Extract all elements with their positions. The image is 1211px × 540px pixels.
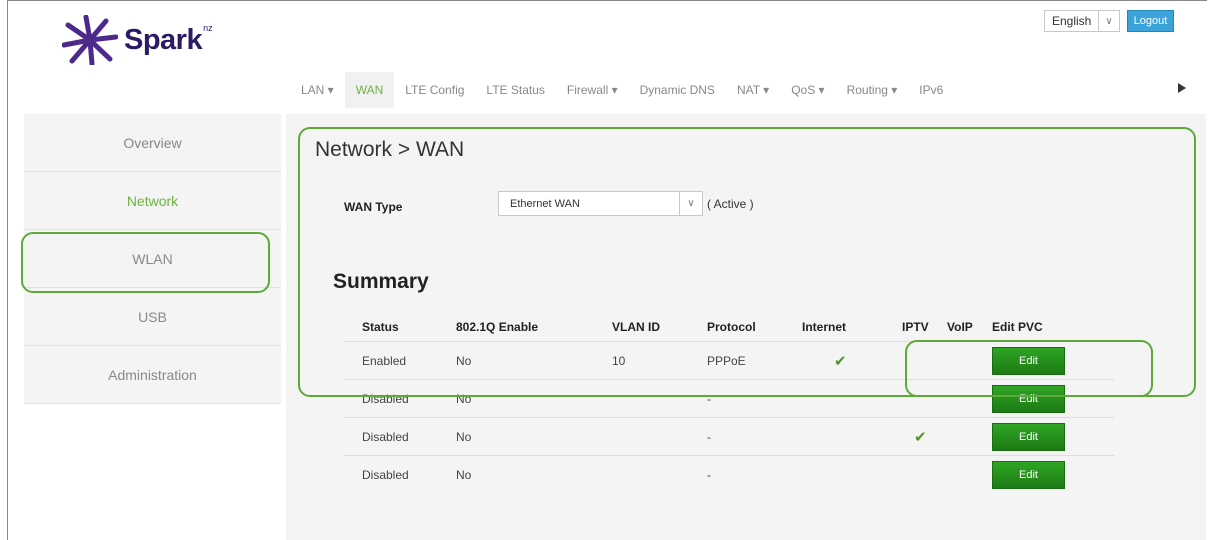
cell-vlan-id	[612, 455, 707, 493]
tab-lte-status[interactable]: LTE Status	[475, 72, 555, 108]
cell-status: Disabled	[344, 455, 456, 493]
sidebar-item-usb[interactable]: USB	[24, 288, 281, 346]
tab-nat[interactable]: NAT ▾	[726, 72, 780, 108]
cell-internet	[802, 417, 902, 456]
sidebar-item-overview[interactable]: Overview	[24, 114, 281, 172]
spark-star-icon	[62, 15, 118, 65]
highlight-edit-pvc	[905, 340, 1153, 397]
cell-protocol: -	[707, 455, 802, 493]
tab-dynamic-dns[interactable]: Dynamic DNS	[629, 72, 726, 108]
tab-wan[interactable]: WAN	[344, 72, 395, 108]
cell-vlan-id	[612, 417, 707, 456]
sidebar-item-administration[interactable]: Administration	[24, 346, 281, 404]
table-row: Disabled No - Edit	[344, 455, 1114, 493]
cell-8021q: No	[456, 455, 612, 493]
brand-suffix: nz	[203, 23, 213, 33]
logout-button[interactable]: Logout	[1127, 10, 1174, 32]
tab-routing[interactable]: Routing ▾	[836, 72, 909, 108]
edit-pvc-button[interactable]: Edit	[992, 460, 1065, 489]
cell-internet	[802, 455, 902, 493]
brand-name: Spark	[124, 23, 203, 56]
cell-edit: Edit	[992, 417, 1114, 456]
edit-pvc-button[interactable]: Edit	[992, 422, 1065, 451]
tab-lte-config[interactable]: LTE Config	[394, 72, 475, 108]
tab-qos[interactable]: QoS ▾	[780, 72, 835, 108]
spark-logo: Spark nz	[62, 10, 213, 70]
cell-iptv: ✔	[902, 417, 947, 456]
cell-edit: Edit	[992, 455, 1114, 493]
tab-ipv6[interactable]: IPv6	[908, 72, 954, 108]
table-row: Disabled No - ✔ Edit	[344, 417, 1114, 456]
tab-lan[interactable]: LAN ▾	[290, 72, 345, 108]
highlight-wlan	[21, 232, 270, 293]
language-value: English	[1052, 14, 1092, 28]
cell-voip	[947, 417, 992, 456]
cell-status: Disabled	[344, 417, 456, 456]
cell-8021q: No	[456, 417, 612, 456]
cell-iptv	[902, 455, 947, 493]
tab-firewall[interactable]: Firewall ▾	[556, 72, 629, 108]
sidebar-item-network[interactable]: Network	[24, 172, 281, 230]
check-icon: ✔	[914, 428, 927, 446]
language-select[interactable]: English ∨	[1044, 10, 1120, 32]
cell-protocol: -	[707, 417, 802, 456]
play-arrow-icon[interactable]	[1178, 83, 1186, 93]
cell-voip	[947, 455, 992, 493]
chevron-down-icon: ∨	[1098, 11, 1119, 31]
top-nav: LAN ▾ WAN LTE Config LTE Status Firewall…	[290, 72, 954, 108]
